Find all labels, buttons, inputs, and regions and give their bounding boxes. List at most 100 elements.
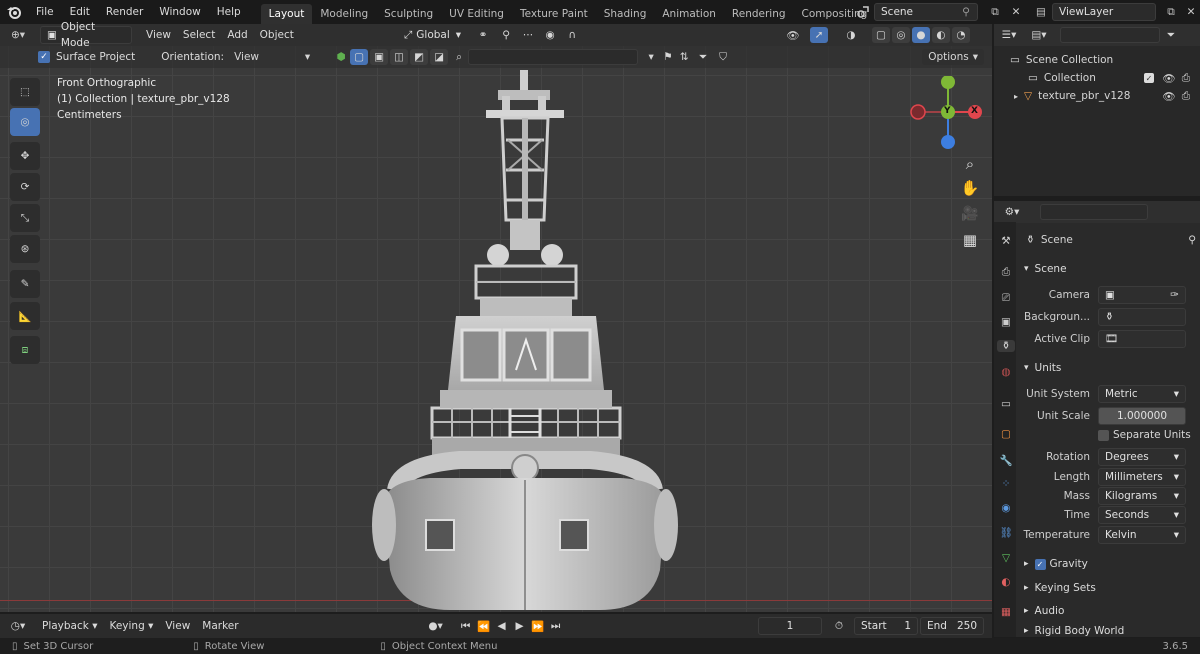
shield-icon[interactable]: ⛉ [714,51,732,64]
object-tab-icon[interactable]: ▢ [998,428,1014,440]
menu-window[interactable]: Window [151,0,208,24]
scene-selector[interactable]: Scene ⚲ ⧉ ✕ [852,3,1026,21]
pin-icon[interactable]: ⚲ [1188,234,1196,246]
rendered-shading-icon[interactable]: ◔ [952,27,970,43]
menu-help[interactable]: Help [209,0,249,24]
pivot-icon[interactable]: ⚭ [471,29,495,41]
orientation-dropdown[interactable]: View ▾ [230,51,314,63]
tab-animation[interactable]: Animation [654,4,724,24]
active-clip-field[interactable]: 🎞 [1098,330,1186,348]
delete-scene-icon[interactable]: ✕ [1006,3,1026,21]
background-field[interactable]: ⚱ [1098,308,1186,326]
pan-hand-icon[interactable]: ✋ [958,176,982,200]
rotation-dropdown[interactable]: Degrees ▾ [1098,448,1186,466]
gizmo-toggle-icon[interactable]: ➚ [810,27,828,43]
proportional-edit-icon[interactable]: ◉ [539,29,561,41]
tab-sculpting[interactable]: Sculpting [376,4,441,24]
units-section-header[interactable]: ▾ Units [1024,358,1194,378]
3d-viewport[interactable]: Front Orthographic (1) Collection | text… [0,24,992,612]
next-keyframe-icon[interactable]: ⏩ [529,620,547,633]
cursor-tool[interactable]: ◎ [10,108,40,136]
scene-section-header[interactable]: ▾ Scene [1024,259,1194,279]
eye-icon[interactable]: 👁 [1160,72,1178,85]
visibility-icon[interactable]: 👁 [782,29,804,42]
texture-tab-icon[interactable]: ▦ [998,606,1014,618]
collection-tab-icon[interactable]: ▭ [998,398,1014,410]
play-icon[interactable]: ▶ [511,620,529,632]
unit-scale-field[interactable]: 1.000000 [1098,407,1186,425]
editor-type-icon[interactable]: ⊕▾ [0,24,36,46]
tab-shading[interactable]: Shading [596,4,655,24]
select-mode-extend-icon[interactable]: ▣ [370,49,389,65]
scale-tool[interactable]: ⤡ [10,204,40,232]
jump-start-icon[interactable]: ⏮ [457,620,475,633]
menu-add[interactable]: Add [221,29,253,41]
timeline-view-menu[interactable]: View [159,620,196,632]
menu-object[interactable]: Object [254,29,300,41]
new-scene-icon[interactable]: ⧉ [984,3,1006,21]
menu-file[interactable]: File [28,0,62,24]
material-shading-icon[interactable]: ◐ [932,27,950,43]
transform-tool[interactable]: ⊛ [10,235,40,263]
delete-view-layer-icon[interactable]: ✕ [1182,3,1200,21]
flag-icon[interactable]: ⚑ [660,51,676,63]
navigation-gizmo[interactable]: Y X [910,75,986,152]
surface-project-checkbox[interactable]: ✓ [38,51,50,63]
solid-shading-icon[interactable]: ● [912,27,930,43]
marker-menu[interactable]: Marker [196,620,244,632]
ship-model[interactable] [360,70,690,610]
eye-icon[interactable]: 👁 [1160,90,1178,103]
data-tab-icon[interactable]: ▽ [998,552,1014,564]
falloff-icon[interactable]: ∩ [561,29,583,41]
filter-search-input[interactable] [468,49,639,65]
particles-tab-icon[interactable]: ⁘ [998,478,1014,490]
zoom-icon[interactable]: ⌕ [958,152,982,176]
rotate-tool[interactable]: ⟳ [10,173,40,201]
length-dropdown[interactable]: Millimeters ▾ [1098,468,1186,486]
time-dropdown[interactable]: Seconds ▾ [1098,506,1186,524]
tab-modeling[interactable]: Modeling [312,4,376,24]
audio-section-header[interactable]: ▸ Audio [1024,601,1194,621]
rigid-body-section-header[interactable]: ▸ Rigid Body World [1024,624,1194,637]
render-tab-icon[interactable]: ⎙ [998,266,1014,279]
stopwatch-icon[interactable]: ⏱ [828,620,850,633]
grid-view-icon[interactable]: ▦ [958,228,982,252]
unit-system-dropdown[interactable]: Metric ▾ [1098,385,1186,403]
menu-select[interactable]: Select [177,29,221,41]
tab-rendering[interactable]: Rendering [724,4,794,24]
new-view-layer-icon[interactable]: ⧉ [1160,3,1182,21]
blender-logo-icon[interactable] [0,0,28,24]
snap-icon[interactable]: ⚲ [495,29,517,41]
options-dropdown[interactable]: Options ▾ [922,49,984,65]
prev-keyframe-icon[interactable]: ⏪ [475,620,493,633]
move-tool[interactable]: ✥ [10,142,40,170]
select-mode-set-icon[interactable]: ▢ [350,49,369,65]
temperature-dropdown[interactable]: Kelvin ▾ [1098,526,1186,544]
filter-icon[interactable]: ⏷ [692,51,714,64]
outliner-search-input[interactable] [1060,27,1160,43]
eyedropper-icon[interactable]: ✑ [1170,287,1179,303]
start-frame-field[interactable]: Start 1 [854,617,918,635]
end-frame-field[interactable]: End 250 [920,617,984,635]
playback-menu[interactable]: Playback ▾ [36,620,103,632]
add-cube-tool[interactable]: ⧈ [10,336,40,364]
select-mode-invert-icon[interactable]: ◩ [410,49,429,65]
keying-sets-section-header[interactable]: ▸ Keying Sets [1024,578,1194,598]
properties-editor-icon[interactable]: ⚙▾ [994,206,1030,218]
outliner-editor-icon[interactable]: ☰▾ [994,29,1024,41]
display-mode-icon[interactable]: ▤▾ [1024,29,1054,41]
expand-arrow-icon[interactable]: ▸ [1014,92,1018,101]
outliner-scene-collection[interactable]: ▭ Scene Collection [994,51,1200,69]
chevron-down-icon[interactable]: ▾ [642,51,660,63]
camera-icon[interactable]: ⎙ [1178,72,1194,85]
material-tab-icon[interactable]: ◐ [998,576,1014,588]
select-mode-subtract-icon[interactable]: ◫ [390,49,409,65]
pin-icon[interactable]: ⚲ [956,6,976,18]
outliner-object-row[interactable]: ▸ ▽ texture_pbr_v128 👁 ⎙ [994,87,1200,105]
view-layer-selector[interactable]: ▤ ViewLayer ⧉ ✕ [1030,3,1200,21]
measure-tool[interactable]: 📐 [10,302,40,330]
view-layer-field[interactable]: ViewLayer [1052,3,1156,21]
view-layer-tab-icon[interactable]: ▣ [998,316,1014,328]
jump-end-icon[interactable]: ⏭ [547,620,565,633]
mode-selector[interactable]: ▣ Object Mode [40,21,132,49]
